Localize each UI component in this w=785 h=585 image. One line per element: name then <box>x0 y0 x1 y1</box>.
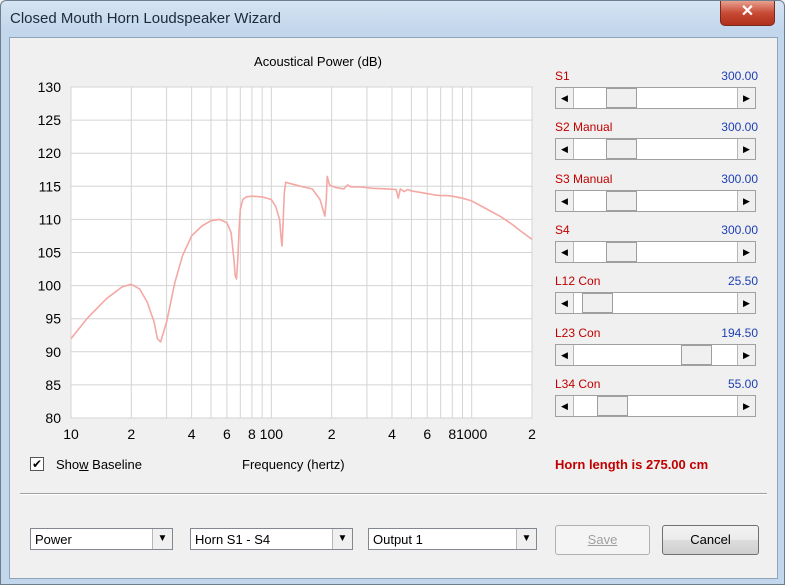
wizard-window: Closed Mouth Horn Loudspeaker Wizard ✕ 8… <box>0 0 785 585</box>
arrow-right-icon[interactable]: ▶ <box>737 293 755 314</box>
x-axis-label: Frequency (hertz) <box>242 457 345 472</box>
arrow-left-icon[interactable]: ◀ <box>556 344 574 365</box>
y-tick-label: 115 <box>39 178 62 194</box>
y-tick-label: 105 <box>38 245 62 261</box>
show-baseline-label-rest: Baseline <box>88 457 143 472</box>
slider-value: 300.00 <box>721 120 758 135</box>
dialog-client: 80 85 90 95 100 105 110 115 120 125 130 10 2 4 6 8 100 2 4… <box>9 37 778 579</box>
slider-scrollbar[interactable]: ◀ ▶ <box>555 394 756 417</box>
slider-label: S2 Manual <box>555 120 613 135</box>
arrow-left-icon[interactable]: ◀ <box>556 88 574 108</box>
arrow-left-icon[interactable]: ◀ <box>556 293 574 314</box>
show-baseline-checkbox[interactable]: ✔ <box>30 457 44 471</box>
show-baseline-label[interactable]: Show Baseline <box>56 457 142 472</box>
slider-thumb[interactable] <box>606 88 637 108</box>
acoustical-power-chart: 8085909510010511011512012513010 2 4 6 8 100 2 4… <box>38 79 536 442</box>
x-tick-label: 2 <box>328 426 336 442</box>
slider-label: S3 Manual <box>555 171 613 186</box>
horn-combobox[interactable]: Horn S1 - S4 ▼ <box>190 528 353 550</box>
horn-length-text: Horn length is 275.00 cm <box>555 457 709 472</box>
chevron-down-icon[interactable]: ▼ <box>152 529 172 549</box>
slider-value: 300.00 <box>721 222 758 237</box>
y-tick-label: 125 <box>38 112 62 128</box>
slider-thumb[interactable] <box>582 293 614 314</box>
arrow-left-icon[interactable]: ◀ <box>556 139 574 160</box>
x-tick-label: 6 <box>423 426 431 442</box>
mode-combobox-value: Power <box>35 532 72 547</box>
y-tick-label: 95 <box>45 311 61 327</box>
slider-thumb[interactable] <box>681 344 713 365</box>
y-tick-label: 85 <box>45 377 61 393</box>
arrow-right-icon[interactable]: ▶ <box>737 344 755 365</box>
slider-scrollbar[interactable]: ◀ ▶ <box>555 292 756 315</box>
y-tick-label: 100 <box>38 278 62 294</box>
slider-value: 55.00 <box>727 376 758 391</box>
close-icon: ✕ <box>740 3 755 20</box>
x-tick-label: 6 <box>223 426 231 442</box>
slider-scrollbar[interactable]: ◀ ▶ <box>555 87 756 109</box>
y-tick-label: 120 <box>38 145 62 161</box>
slider-scrollbar[interactable]: ◀ ▶ <box>555 189 756 212</box>
slider-label: L34 Con <box>555 376 601 391</box>
cancel-button[interactable]: Cancel <box>662 525 759 555</box>
x-tick-label: 4 <box>388 426 396 442</box>
slider-label: S4 <box>555 222 570 237</box>
x-tick-label: 8 <box>248 426 256 442</box>
arrow-left-icon[interactable]: ◀ <box>556 395 574 416</box>
save-button[interactable]: Save <box>555 525 650 555</box>
x-tick-label: 2 <box>127 426 135 442</box>
show-baseline-accel: w <box>79 457 89 472</box>
slider-value: 300.00 <box>721 69 758 83</box>
arrow-left-icon[interactable]: ◀ <box>556 190 574 211</box>
x-tick-label: 1000 <box>456 426 487 442</box>
checkmark-icon: ✔ <box>31 457 43 471</box>
show-baseline-label-part: Sho <box>56 457 80 472</box>
y-tick-label: 130 <box>38 79 62 95</box>
mode-combobox[interactable]: Power ▼ <box>30 528 173 550</box>
save-button-label: Save <box>587 532 618 547</box>
close-button[interactable]: ✕ <box>720 1 775 26</box>
y-tick-label: 90 <box>45 344 61 360</box>
slider-value: 300.00 <box>721 171 758 186</box>
slider-scrollbar[interactable]: ◀ ▶ <box>555 240 756 263</box>
chevron-down-icon[interactable]: ▼ <box>332 529 352 549</box>
slider-label: L12 Con <box>555 274 601 289</box>
chevron-down-icon[interactable]: ▼ <box>516 529 536 549</box>
arrow-right-icon[interactable]: ▶ <box>737 395 755 416</box>
slider-scrollbar[interactable]: ◀ ▶ <box>555 343 756 366</box>
arrow-right-icon[interactable]: ▶ <box>737 88 755 108</box>
slider-label: S1 <box>555 69 570 83</box>
divider <box>20 493 767 495</box>
window-title: Closed Mouth Horn Loudspeaker Wizard <box>10 10 281 27</box>
arrow-right-icon[interactable]: ▶ <box>737 139 755 160</box>
x-tick-label: 2 <box>528 426 536 442</box>
chart-title: Acoustical Power (dB) <box>254 54 382 69</box>
slider-value: 194.50 <box>721 325 758 340</box>
x-tick-label: 4 <box>188 426 196 442</box>
x-tick-label: 100 <box>260 426 284 442</box>
slider-thumb[interactable] <box>596 395 628 416</box>
slider-label: L23 Con <box>555 325 601 340</box>
cancel-button-label: Cancel <box>690 532 731 547</box>
arrow-right-icon[interactable]: ▶ <box>737 241 755 262</box>
x-tick-label: 10 <box>63 426 79 442</box>
output-combobox[interactable]: Output 1 ▼ <box>368 528 537 550</box>
chart-grid <box>70 86 533 419</box>
arrow-left-icon[interactable]: ◀ <box>556 241 574 262</box>
slider-scrollbar[interactable]: ◀ ▶ <box>555 138 756 161</box>
slider-thumb[interactable] <box>606 139 637 160</box>
slider-thumb[interactable] <box>606 190 637 211</box>
arrow-right-icon[interactable]: ▶ <box>737 190 755 211</box>
y-tick-label: 80 <box>45 410 61 426</box>
y-tick-label: 110 <box>39 211 62 227</box>
horn-combobox-value: Horn S1 - S4 <box>195 532 271 547</box>
slider-value: 25.50 <box>727 274 758 289</box>
slider-thumb[interactable] <box>606 241 637 262</box>
title-bar[interactable]: Closed Mouth Horn Loudspeaker Wizard ✕ <box>1 1 784 37</box>
output-combobox-value: Output 1 <box>373 532 423 547</box>
